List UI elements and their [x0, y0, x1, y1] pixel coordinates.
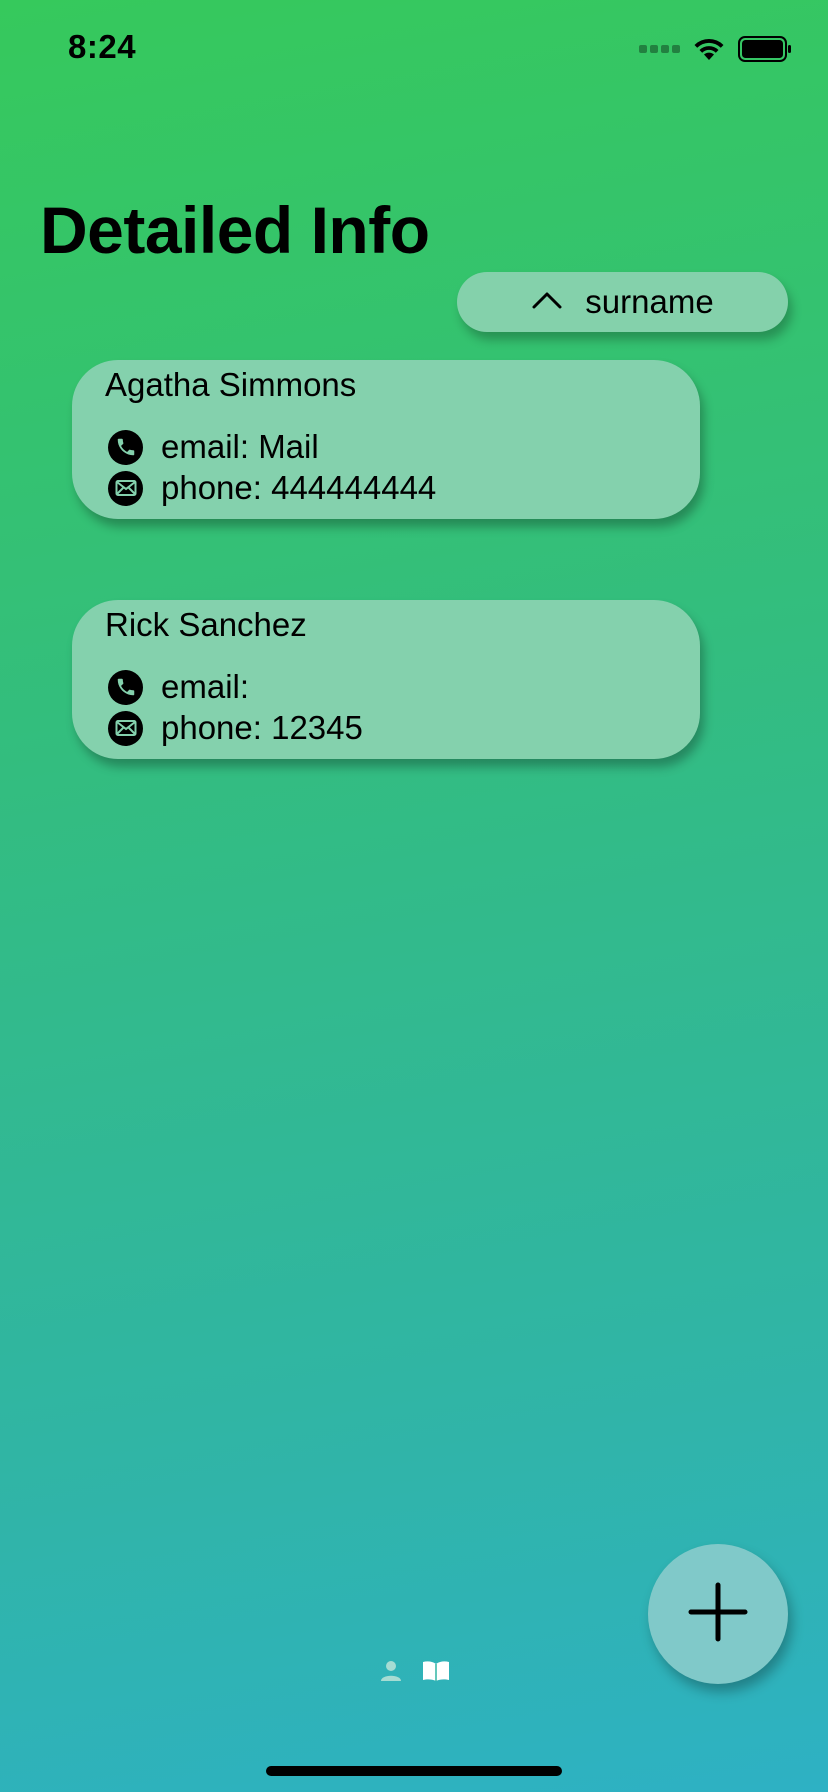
contact-phone: phone: 444444444 — [161, 469, 437, 506]
sort-label: surname — [585, 283, 714, 320]
status-indicators — [639, 34, 792, 64]
phone-icon — [108, 429, 143, 465]
plus-icon — [688, 1582, 748, 1647]
contact-email: email: — [161, 668, 250, 705]
wifi-icon — [692, 36, 726, 62]
phone-icon — [108, 669, 143, 705]
contact-card[interactable]: Agatha Simmons email: Mail phone: 444444… — [72, 360, 700, 519]
contact-name: Rick Sanchez — [105, 606, 307, 643]
tab-bar — [380, 1660, 450, 1687]
contact-name: Agatha Simmons — [105, 366, 357, 403]
contact-phone: phone: 12345 — [161, 709, 363, 746]
envelope-icon — [108, 710, 143, 746]
status-time: 8:24 — [68, 28, 137, 65]
page-title: Detailed Info — [40, 193, 430, 267]
person-icon[interactable] — [380, 1660, 402, 1687]
contact-phone-row: phone: 444444444 — [108, 469, 437, 506]
contact-email-row: email: Mail — [108, 428, 319, 465]
contact-email-row: email: — [108, 668, 250, 705]
app-screen: 8:24 Detailed Info surname Agatha Simmon… — [0, 0, 828, 1792]
contact-email: email: Mail — [161, 428, 319, 465]
home-indicator[interactable] — [266, 1766, 562, 1776]
battery-icon — [738, 36, 792, 62]
contact-phone-row: phone: 12345 — [108, 709, 363, 746]
contact-card[interactable]: Rick Sanchez email: phone: 12345 — [72, 600, 700, 759]
cellular-signal-icon — [639, 45, 680, 53]
envelope-icon — [108, 470, 143, 506]
chevron-up-icon — [531, 290, 563, 315]
book-icon[interactable] — [422, 1660, 450, 1687]
sort-button[interactable]: surname — [457, 272, 788, 332]
add-contact-button[interactable] — [648, 1544, 788, 1684]
